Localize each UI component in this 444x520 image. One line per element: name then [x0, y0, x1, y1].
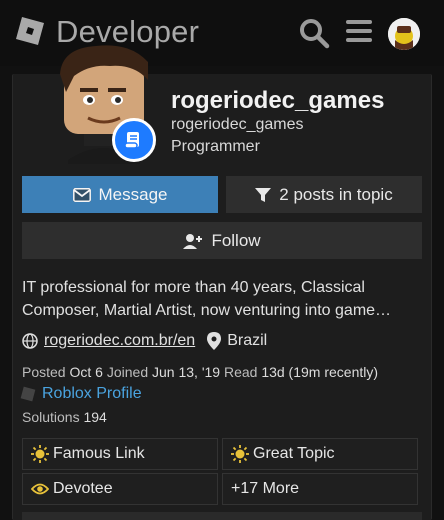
- solutions-stat: Solutions 194: [22, 409, 107, 425]
- roblox-profile-icon: [20, 386, 36, 402]
- location-place: Brazil: [227, 332, 268, 349]
- badge-label: +17 More: [231, 480, 300, 497]
- profile-realname: rogeriodec_games: [171, 116, 304, 133]
- posted-value: Oct 6: [69, 364, 103, 380]
- website-link[interactable]: rogeriodec.com.br/en: [44, 332, 195, 350]
- follow-label: Follow: [211, 230, 261, 250]
- badge-devotee[interactable]: Devotee: [22, 473, 218, 505]
- posted-label: Posted: [22, 364, 66, 380]
- solutions-value: 194: [83, 409, 107, 425]
- read-value: 13d (19m recently): [261, 364, 379, 380]
- scroll-icon: [112, 118, 156, 162]
- badge-label: Devotee: [53, 480, 113, 497]
- map-marker-icon: [207, 332, 222, 350]
- hamburger-menu-icon[interactable]: [346, 20, 372, 46]
- badge-label: Famous Link: [53, 445, 145, 462]
- next-post-edge: [22, 512, 422, 520]
- posts-in-topic-button[interactable]: 2 posts in topic: [226, 176, 422, 213]
- roblox-logo-icon[interactable]: [16, 17, 44, 45]
- read-label: Read: [223, 364, 258, 380]
- activity-stats: Posted Oct 6 Joined Jun 13, '19 Read 13d…: [22, 364, 378, 380]
- envelope-icon: [72, 187, 91, 202]
- solutions-label: Solutions: [22, 409, 80, 425]
- globe-icon: [22, 333, 38, 349]
- message-label: Message: [98, 184, 168, 204]
- search-icon[interactable]: [298, 17, 330, 49]
- profile-title: Programmer: [171, 138, 260, 155]
- profile-bio: IT professional for more than 40 years, …: [22, 279, 392, 319]
- joined-label: Joined: [106, 364, 149, 380]
- badge-label: Great Topic: [253, 445, 335, 462]
- more-badges-button[interactable]: +17 More: [222, 473, 418, 505]
- profile-username[interactable]: rogeriodec_games: [171, 87, 384, 115]
- eye-badge-icon: [31, 483, 49, 495]
- badge-famous-link[interactable]: Famous Link: [22, 438, 218, 470]
- follow-button[interactable]: Follow: [22, 222, 422, 259]
- message-button[interactable]: Message: [22, 176, 218, 213]
- joined-value: Jun 13, '19: [152, 364, 221, 380]
- posts-label: 2 posts in topic: [279, 184, 393, 204]
- user-avatar-icon[interactable]: [388, 18, 420, 50]
- location-row: rogeriodec.com.br/en Brazil: [22, 331, 267, 351]
- sun-badge-icon: [231, 445, 249, 463]
- user-plus-icon: [183, 233, 203, 249]
- sun-badge-icon: [31, 445, 49, 463]
- badge-great-topic[interactable]: Great Topic: [222, 438, 418, 470]
- filter-icon: [255, 187, 272, 202]
- roblox-profile-label: Roblox Profile: [42, 385, 142, 402]
- roblox-profile-link[interactable]: Roblox Profile: [20, 385, 142, 403]
